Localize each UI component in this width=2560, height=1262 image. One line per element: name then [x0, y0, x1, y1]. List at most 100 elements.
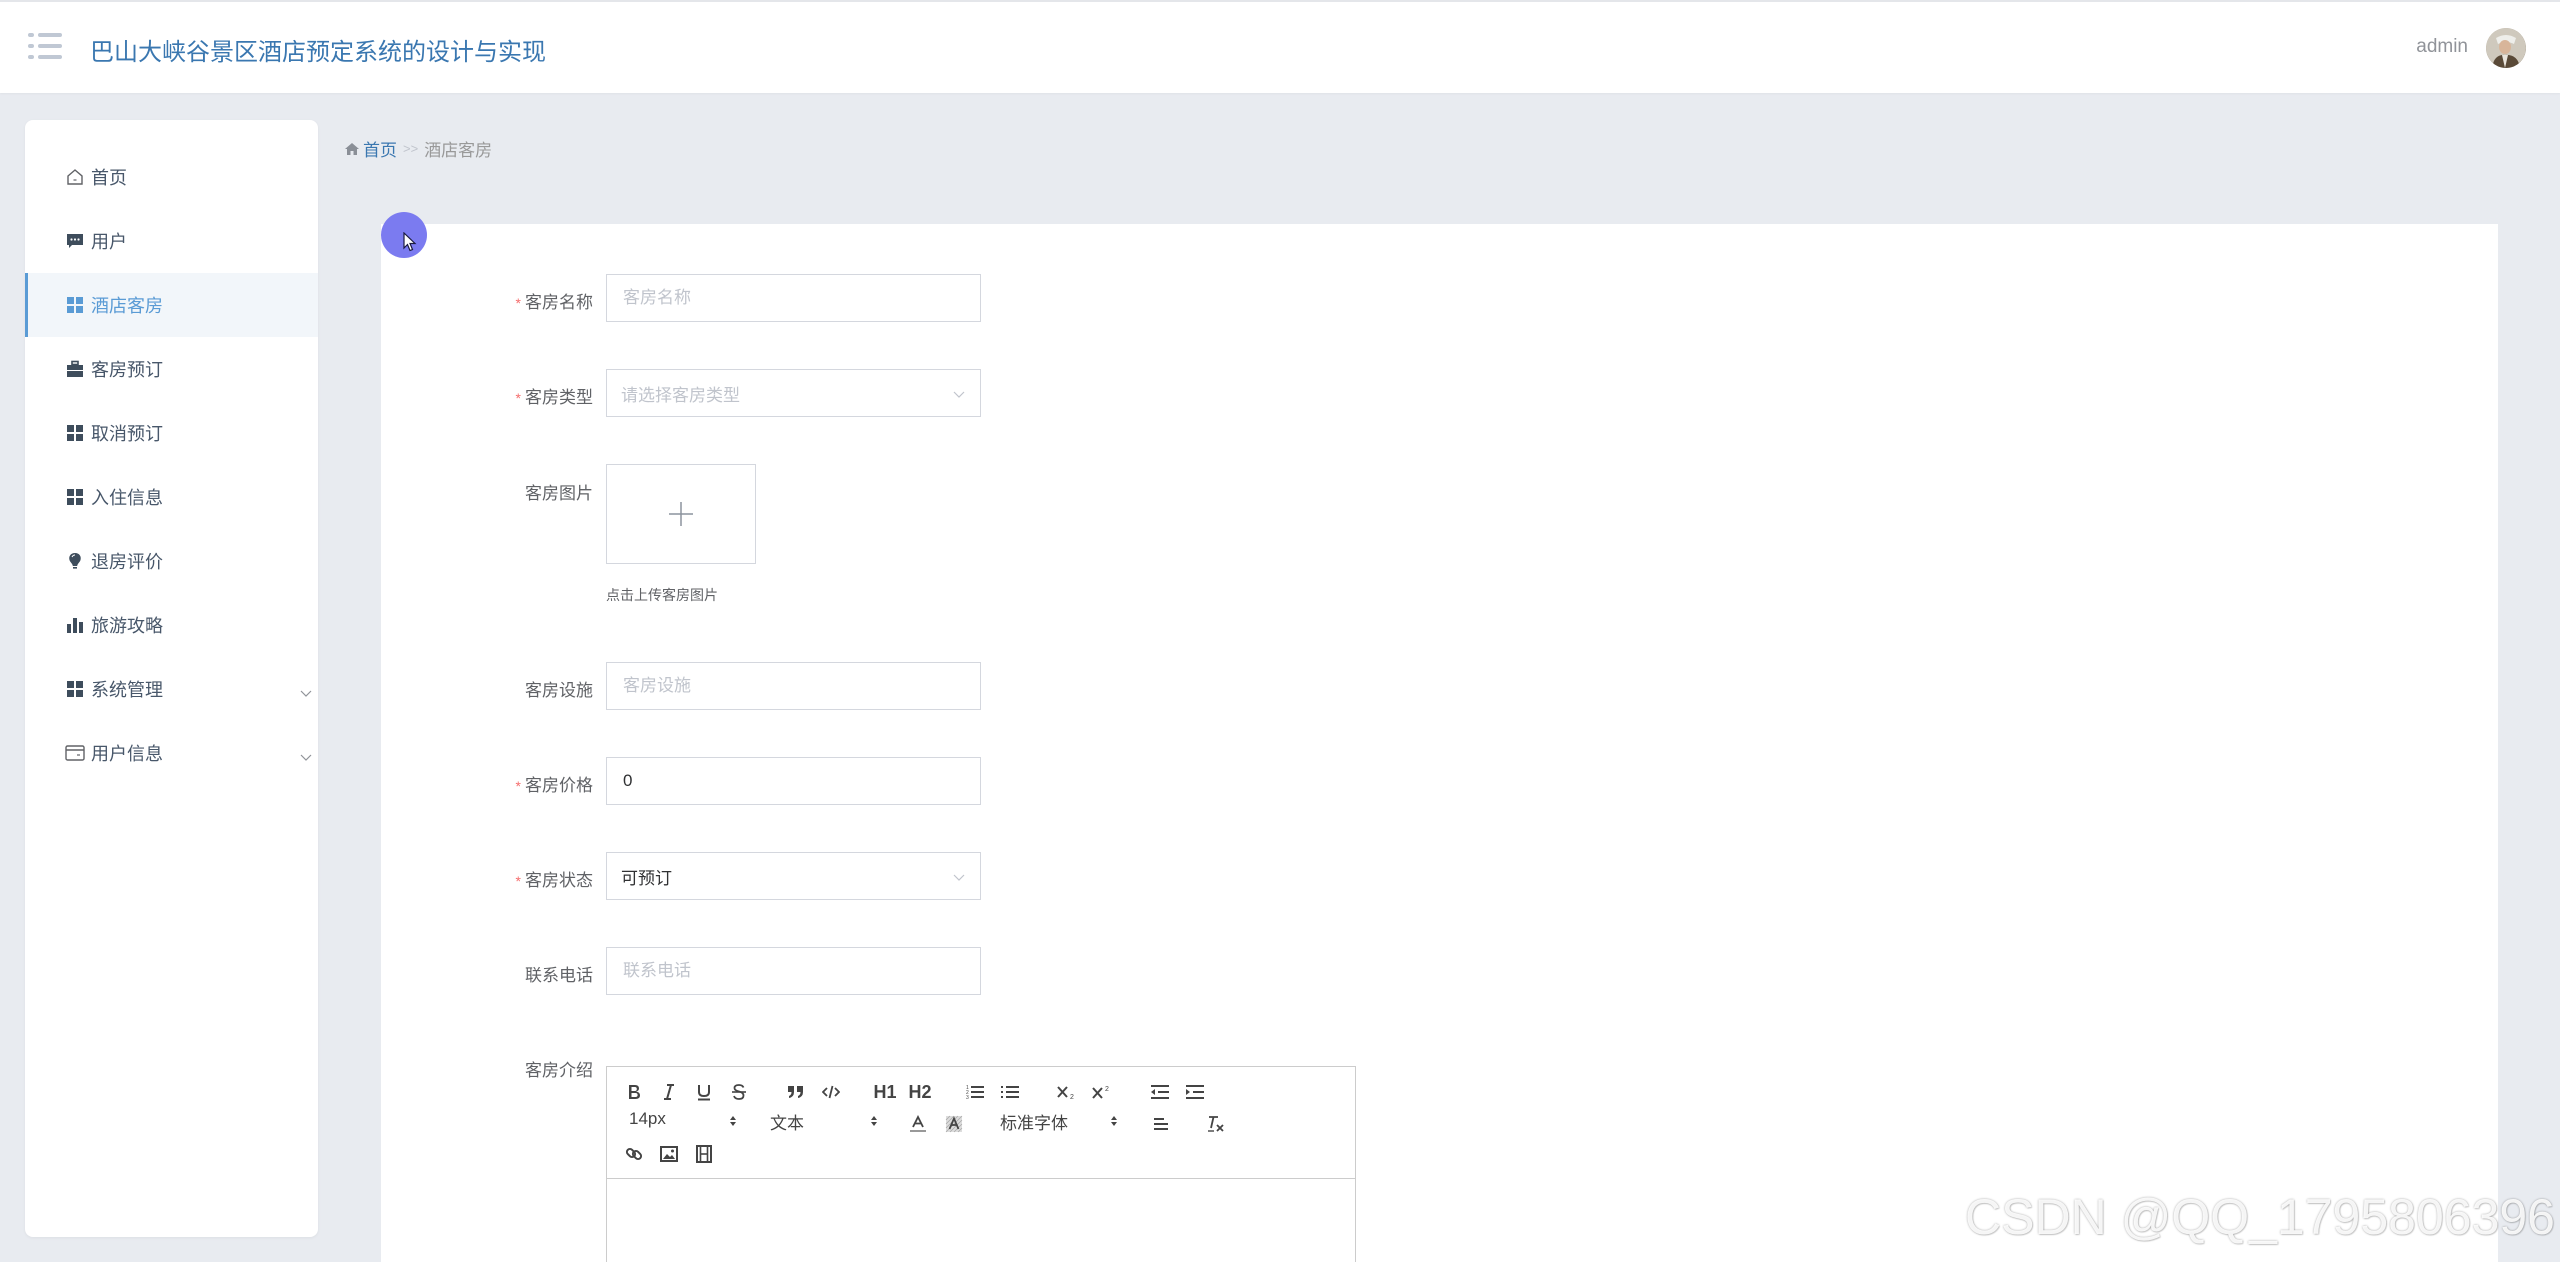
sidebar-item-users[interactable]: 用户 — [25, 209, 318, 273]
room-price-input[interactable] — [623, 771, 980, 791]
font-size-select[interactable]: 14px — [629, 1109, 739, 1129]
sidebar-item-home[interactable]: 首页 — [25, 145, 318, 209]
subscript-button[interactable]: 2 — [1054, 1079, 1080, 1105]
breadcrumb-current: 酒店客房 — [424, 141, 493, 160]
room-facilities-label: 客房设施 — [525, 681, 593, 700]
plus-icon — [669, 502, 693, 526]
room-facilities-field[interactable] — [606, 662, 981, 710]
font-size-value: 14px — [629, 1109, 666, 1128]
top-header: 巴山大峡谷景区酒店预定系统的设计与实现 admin — [0, 0, 2560, 93]
link-icon — [625, 1147, 643, 1161]
font-color-button[interactable] — [905, 1111, 931, 1137]
mouse-pointer-icon — [403, 232, 417, 252]
blockquote-button[interactable] — [783, 1079, 809, 1105]
user-name[interactable]: admin — [2416, 36, 2468, 58]
cursor-indicator — [381, 212, 427, 258]
home-icon — [345, 142, 359, 155]
editor-content-area[interactable] — [607, 1179, 1355, 1262]
ordered-list-icon: 123 — [966, 1085, 984, 1100]
chevron-down-icon[interactable] — [300, 683, 312, 697]
sidebar-item-checkout-review[interactable]: 退房评价 — [25, 529, 318, 593]
svg-text:2: 2 — [1105, 1086, 1109, 1093]
superscript-button[interactable]: 2 — [1089, 1079, 1115, 1105]
bullet-list-icon — [1001, 1086, 1019, 1098]
grid-icon — [65, 295, 85, 315]
room-name-input[interactable] — [623, 288, 980, 308]
select-arrows-icon — [1111, 1116, 1117, 1126]
video-icon — [696, 1145, 712, 1163]
sidebar-item-hotel-rooms[interactable]: 酒店客房 — [25, 273, 318, 337]
room-image-uploader[interactable] — [606, 464, 756, 564]
room-type-select[interactable]: 请选择客房类型 — [606, 369, 981, 417]
video-button[interactable] — [691, 1141, 717, 1167]
svg-text:3: 3 — [966, 1095, 969, 1100]
grid-icon — [65, 679, 85, 699]
phone-field[interactable] — [606, 947, 981, 995]
align-left-icon — [1154, 1118, 1168, 1130]
menu-toggle-icon[interactable] — [28, 33, 62, 61]
room-price-label: * 客房价格 — [515, 776, 593, 795]
clear-format-button[interactable] — [1203, 1111, 1229, 1137]
sidebar-item-checkin-info[interactable]: 入住信息 — [25, 465, 318, 529]
sidebar-item-label: 取消预订 — [91, 424, 163, 444]
room-name-label: * 客房名称 — [515, 293, 593, 312]
chevron-down-icon — [953, 391, 965, 398]
room-facilities-input[interactable] — [623, 676, 980, 696]
image-button[interactable] — [656, 1141, 682, 1167]
breadcrumb-home[interactable]: 首页 — [344, 136, 397, 161]
room-type-label: * 客房类型 — [515, 388, 593, 407]
italic-icon — [664, 1084, 674, 1100]
phone-input[interactable] — [623, 961, 980, 981]
sidebar-item-label: 用户信息 — [91, 744, 163, 764]
outdent-icon — [1151, 1085, 1169, 1099]
sidebar-item-label: 用户 — [91, 232, 127, 252]
h1-button[interactable]: H1 — [869, 1079, 901, 1105]
room-type-placeholder: 请选择客房类型 — [621, 385, 740, 405]
sidebar-item-label: 酒店客房 — [91, 296, 163, 316]
font-color-icon — [910, 1115, 926, 1132]
bold-button[interactable] — [621, 1079, 647, 1105]
h2-button[interactable]: H2 — [904, 1079, 936, 1105]
strike-button[interactable] — [726, 1079, 752, 1105]
lightbulb-icon — [65, 551, 85, 571]
strikethrough-icon — [732, 1084, 746, 1100]
room-name-field[interactable] — [606, 274, 981, 322]
select-arrows-icon — [730, 1116, 736, 1126]
room-image-label: 客房图片 — [525, 484, 593, 503]
sidebar-item-travel-guide[interactable]: 旅游攻略 — [25, 593, 318, 657]
select-arrows-icon — [871, 1116, 877, 1126]
outdent-button[interactable] — [1147, 1079, 1173, 1105]
image-icon — [660, 1146, 678, 1162]
sidebar-item-label: 旅游攻略 — [91, 616, 163, 636]
sidebar-item-user-info[interactable]: 用户信息 — [25, 721, 318, 785]
link-button[interactable] — [621, 1141, 647, 1167]
sidebar-item-room-booking[interactable]: 客房预订 — [25, 337, 318, 401]
subscript-icon: 2 — [1057, 1086, 1074, 1100]
underline-button[interactable] — [691, 1079, 717, 1105]
required-marker: * — [515, 873, 521, 889]
chevron-down-icon[interactable] — [300, 747, 312, 761]
room-price-field[interactable] — [606, 757, 981, 805]
background-color-button[interactable] — [941, 1111, 967, 1137]
sidebar-item-label: 退房评价 — [91, 552, 163, 572]
avatar[interactable] — [2486, 28, 2526, 68]
sidebar-item-system-management[interactable]: 系统管理 — [25, 657, 318, 721]
grid-icon — [65, 423, 85, 443]
sidebar-item-label: 入住信息 — [91, 488, 163, 508]
indent-button[interactable] — [1182, 1079, 1208, 1105]
bullet-list-button[interactable] — [997, 1079, 1023, 1105]
font-family-select[interactable]: 标准字体 — [1000, 1109, 1120, 1134]
required-marker: * — [515, 778, 521, 794]
ordered-list-button[interactable]: 123 — [962, 1079, 988, 1105]
code-block-button[interactable] — [818, 1079, 844, 1105]
header-select[interactable]: 文本 — [770, 1109, 880, 1134]
breadcrumb-home-label: 首页 — [363, 141, 397, 160]
sidebar-item-cancel-booking[interactable]: 取消预订 — [25, 401, 318, 465]
breadcrumb: 首页 >> 酒店客房 — [344, 136, 492, 161]
clear-format-icon — [1208, 1116, 1224, 1132]
watermark: CSDN @QQ_1795806396 — [1965, 1189, 2555, 1245]
align-button[interactable] — [1148, 1111, 1174, 1137]
room-status-select[interactable]: 可预订 — [606, 852, 981, 900]
italic-button[interactable] — [656, 1079, 682, 1105]
sidebar-item-label: 系统管理 — [91, 680, 163, 700]
